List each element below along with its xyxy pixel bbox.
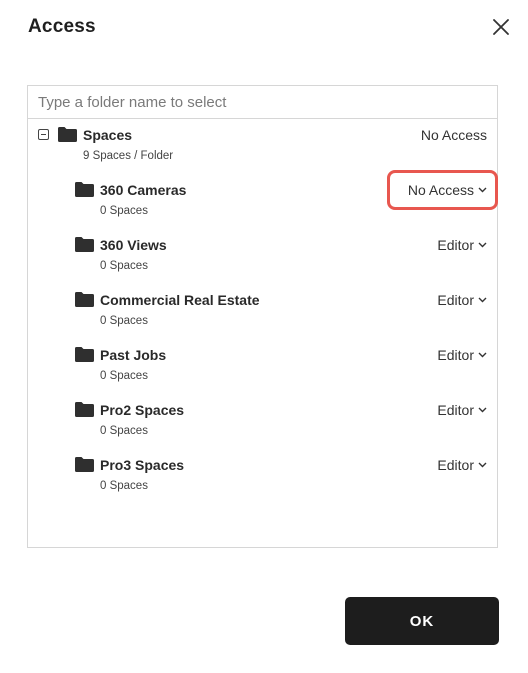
folder-icon bbox=[75, 457, 94, 472]
root-folder-count: 9 Spaces / Folder bbox=[83, 150, 174, 162]
access-value: No Access bbox=[407, 182, 474, 198]
access-value: Editor bbox=[437, 347, 474, 363]
folder-name: Past Jobs bbox=[100, 347, 167, 363]
access-value: Editor bbox=[437, 457, 474, 473]
chevron-down-icon bbox=[478, 352, 487, 358]
access-dropdown[interactable]: Editor bbox=[437, 292, 487, 308]
chevron-down-icon bbox=[478, 297, 487, 303]
chevron-down-icon bbox=[478, 407, 487, 413]
folder-count: 0 Spaces bbox=[100, 315, 148, 327]
folder-row: Pro3 Spaces 0 Spaces Editor bbox=[28, 457, 497, 507]
access-dropdown[interactable]: No Access bbox=[408, 182, 487, 198]
folder-row: Commercial Real Estate 0 Spaces Editor bbox=[28, 292, 497, 342]
access-dropdown[interactable]: Editor bbox=[437, 402, 487, 418]
folder-icon bbox=[75, 402, 94, 417]
folder-icon bbox=[75, 182, 94, 197]
folder-count: 0 Spaces bbox=[100, 480, 148, 492]
access-dropdown[interactable]: Editor bbox=[437, 347, 487, 363]
ok-button[interactable]: OK bbox=[345, 597, 499, 645]
folder-row: Past Jobs 0 Spaces Editor bbox=[28, 347, 497, 397]
folder-name: 360 Cameras bbox=[100, 182, 187, 198]
chevron-down-icon bbox=[478, 187, 487, 193]
root-access-label: No Access bbox=[421, 127, 487, 143]
root-folder-name: Spaces bbox=[83, 127, 133, 143]
dialog-title: Access bbox=[28, 16, 96, 37]
folder-name: 360 Views bbox=[100, 237, 167, 253]
folder-count: 0 Spaces bbox=[100, 425, 148, 437]
folder-name: Pro3 Spaces bbox=[100, 457, 185, 473]
folder-icon bbox=[75, 292, 94, 307]
folder-row: 360 Views 0 Spaces Editor bbox=[28, 237, 497, 287]
folder-count: 0 Spaces bbox=[100, 370, 148, 382]
root-access-value: No Access bbox=[420, 127, 487, 143]
folder-count: 0 Spaces bbox=[100, 260, 148, 272]
folder-panel: Spaces 9 Spaces / Folder No Access 360 C… bbox=[27, 85, 498, 548]
folder-icon bbox=[75, 237, 94, 252]
folder-name: Pro2 Spaces bbox=[100, 402, 185, 418]
collapse-toggle-icon[interactable] bbox=[38, 129, 49, 140]
folder-name: Commercial Real Estate bbox=[100, 292, 260, 308]
chevron-down-icon bbox=[478, 462, 487, 468]
access-dropdown[interactable]: Editor bbox=[437, 457, 487, 473]
access-value: Editor bbox=[437, 237, 474, 253]
folder-row: 360 Cameras 0 Spaces No Access bbox=[28, 170, 498, 232]
close-icon[interactable] bbox=[489, 15, 513, 39]
folder-count: 0 Spaces bbox=[100, 205, 148, 217]
access-dropdown[interactable]: Editor bbox=[437, 237, 487, 253]
folder-icon bbox=[58, 127, 77, 142]
folder-row: Pro2 Spaces 0 Spaces Editor bbox=[28, 402, 497, 452]
access-value: Editor bbox=[437, 292, 474, 308]
root-folder-row: Spaces 9 Spaces / Folder No Access bbox=[28, 127, 497, 177]
folder-icon bbox=[75, 347, 94, 362]
chevron-down-icon bbox=[478, 242, 487, 248]
access-value: Editor bbox=[437, 402, 474, 418]
access-dialog: Access Spaces 9 Spaces / Folder No Acces… bbox=[0, 0, 528, 673]
folder-search-input[interactable] bbox=[28, 86, 497, 119]
